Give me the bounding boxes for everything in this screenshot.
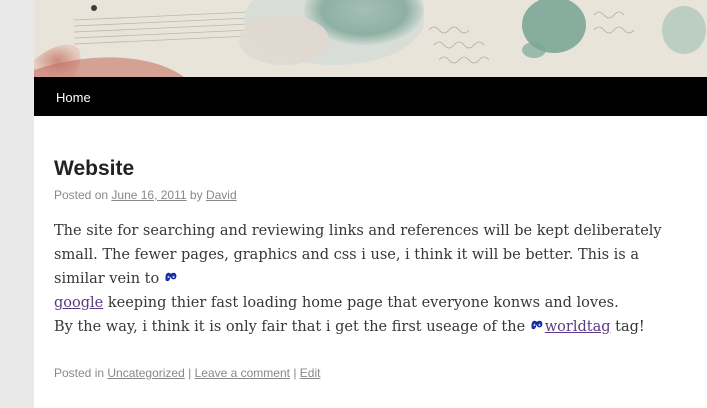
post-date-link[interactable]: June 16, 2011 bbox=[111, 188, 186, 202]
swirl-icon bbox=[530, 316, 544, 330]
main-nav: Home bbox=[34, 77, 707, 116]
entry-paragraph: The site for searching and reviewing lin… bbox=[54, 219, 694, 315]
header-banner-image bbox=[34, 0, 707, 77]
post-footer: Posted in Uncategorized | Leave a commen… bbox=[54, 366, 320, 380]
post-meta: Posted on June 16, 2011 by David bbox=[54, 188, 237, 202]
separator: | bbox=[293, 366, 297, 380]
leave-comment-link[interactable]: Leave a comment bbox=[195, 366, 290, 380]
author-link[interactable]: David bbox=[206, 188, 237, 202]
by-label: by bbox=[189, 188, 203, 202]
separator: | bbox=[188, 366, 192, 380]
google-link[interactable]: google bbox=[54, 295, 103, 311]
paragraph-text: By the way, i think it is only fair that… bbox=[54, 319, 530, 335]
category-link[interactable]: Uncategorized bbox=[107, 366, 184, 380]
page: Home Website Posted on June 16, 2011 by … bbox=[34, 0, 707, 408]
posted-on-label: Posted on bbox=[54, 188, 109, 202]
paragraph-text: keeping thier fast loading home page tha… bbox=[103, 295, 619, 311]
entry-paragraph: By the way, i think it is only fair that… bbox=[54, 315, 694, 339]
swirl-icon bbox=[164, 268, 178, 282]
paragraph-text: The site for searching and reviewing lin… bbox=[54, 223, 662, 287]
paragraph-text: tag! bbox=[610, 319, 645, 335]
posted-in-label: Posted in bbox=[54, 366, 105, 380]
post-title[interactable]: Website bbox=[54, 157, 134, 181]
nav-home-link[interactable]: Home bbox=[56, 90, 91, 105]
edit-link[interactable]: Edit bbox=[300, 366, 321, 380]
worldtag-link[interactable]: worldtag bbox=[545, 319, 611, 335]
